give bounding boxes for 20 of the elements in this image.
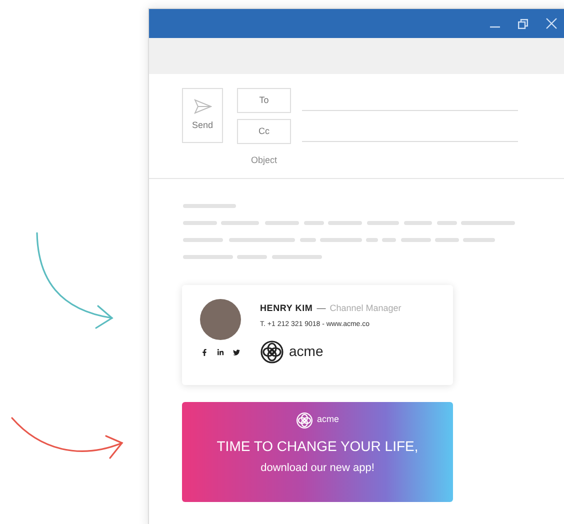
- to-button[interactable]: To: [237, 88, 291, 113]
- banner-logo-text: acme: [316, 413, 339, 426]
- signature-role: Channel Manager: [330, 302, 402, 315]
- twitter-icon[interactable]: [232, 348, 240, 356]
- banner-headline: TIME TO CHANGE YOUR LIFE,: [216, 436, 418, 456]
- close-icon[interactable]: [546, 18, 557, 29]
- dash-separator: —: [316, 302, 326, 314]
- banner-subline: download our new app!: [260, 460, 374, 476]
- restore-icon[interactable]: [518, 18, 528, 28]
- send-button[interactable]: Send: [182, 88, 223, 143]
- send-icon: [194, 98, 212, 114]
- linkedin-icon[interactable]: [216, 348, 224, 356]
- logo-icon: [296, 412, 313, 428]
- logo-text: acme: [289, 342, 324, 361]
- logo-icon: [260, 340, 284, 364]
- signature-name: HENRY KIM: [260, 302, 313, 314]
- cc-button[interactable]: Cc: [237, 119, 291, 144]
- facebook-icon[interactable]: [200, 348, 208, 356]
- object-label: Object: [250, 154, 278, 167]
- promo-banner[interactable]: acme TIME TO CHANGE YOUR LIFE, download our new app!: [182, 402, 453, 502]
